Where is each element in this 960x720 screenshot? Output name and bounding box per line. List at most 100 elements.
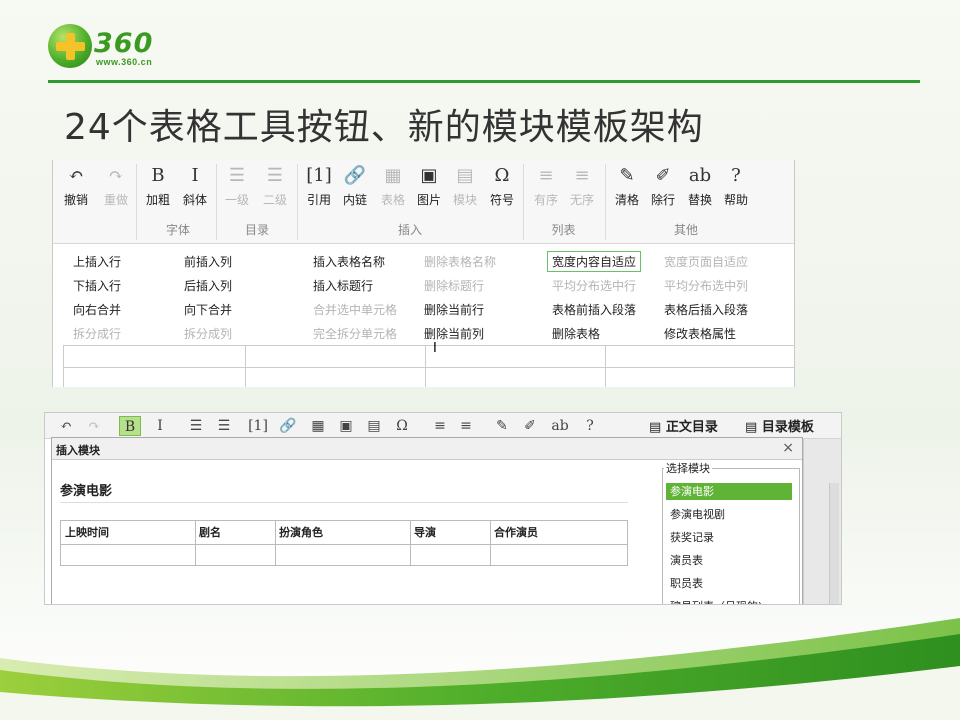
heading1-button[interactable]: ☰ 一级 (221, 164, 253, 208)
table-menu-item[interactable]: 插入表格名称 (313, 253, 385, 270)
table-menu-item[interactable]: 修改表格属性 (664, 325, 736, 342)
remove-row-button[interactable]: ✐ 除行 (647, 164, 679, 208)
toolbar-button-label: 二级 (262, 193, 287, 207)
table-menu-item[interactable]: 拆分成列 (184, 325, 232, 342)
module-picker-label: 选择模块 (664, 460, 712, 476)
table-menu-item[interactable]: 表格前插入段落 (552, 301, 636, 318)
redo-icon: ↷ (108, 165, 124, 186)
dialog-title: 插入模块 (56, 444, 100, 457)
compact-toolbar: ↶ ↷ B I ☰ ☰ [1] 🔗 ▦ ▣ ▤ Ω ≡ ≡ ✎ ✐ ab? (45, 413, 841, 439)
table-menu-item[interactable]: 上插入行 (73, 253, 121, 270)
template-item[interactable]: 参演电视剧 (666, 506, 792, 523)
table-icon[interactable]: ▦ (307, 416, 329, 436)
module-icon[interactable]: ▤ (363, 416, 385, 436)
table-menu-item[interactable]: 插入标题行 (313, 277, 373, 294)
image-button[interactable]: ▣ 图片 (413, 164, 445, 208)
link-button[interactable]: 🔗 内链 (339, 164, 371, 208)
undo-icon[interactable]: ↶ (55, 416, 77, 436)
clear-format-button[interactable]: ✎ 清格 (611, 164, 643, 208)
table-gridline (63, 367, 794, 368)
symbol-button[interactable]: Ω 符号 (486, 164, 518, 208)
table-tools-menu: 上插入行 前插入列 插入表格名称 删除表格名称 宽度内容自适应 宽度页面自适应下插入行 后插… (53, 245, 794, 345)
table-button[interactable]: ▦ 表格 (377, 164, 409, 208)
help-icon[interactable]: ? (579, 416, 601, 436)
table-menu-item[interactable]: 删除表格名称 (424, 253, 496, 270)
logo-plus-bar (56, 42, 85, 51)
quote-icon[interactable]: [1] (247, 416, 269, 436)
heading1-icon[interactable]: ☰ (185, 416, 207, 436)
template-item[interactable]: 演员表 (666, 552, 792, 569)
remove-row-icon[interactable]: ✐ (519, 416, 541, 436)
ordered-list-button[interactable]: ≡ 有序 (530, 164, 562, 208)
symbol-icon[interactable]: Ω (391, 416, 413, 436)
ordered-list-icon[interactable]: ≡ (429, 416, 451, 436)
toolbar-separator (216, 164, 217, 240)
undo-button[interactable]: ↶ 撤销 (60, 164, 92, 208)
table-menu-item[interactable]: 平均分布选中列 (664, 277, 748, 294)
module-icon: ▤ (456, 165, 474, 186)
table-menu-item[interactable]: 拆分成行 (73, 325, 121, 342)
table-menu-item[interactable]: 下插入行 (73, 277, 121, 294)
template-item[interactable]: 参演电影 (666, 483, 792, 500)
heading2-icon[interactable]: ☰ (213, 416, 235, 436)
unordered-list-button[interactable]: ≡ 无序 (566, 164, 598, 208)
link-icon[interactable]: 🔗 (277, 416, 299, 436)
toolbar-button-label: 斜体 (182, 193, 207, 207)
column-header: 导演 (414, 526, 436, 539)
table-menu-item[interactable]: 完全拆分单元格 (313, 325, 397, 342)
toolbar-separator (523, 164, 524, 240)
table-menu-item[interactable]: 前插入列 (184, 253, 232, 270)
module-button[interactable]: ▤ 模块 (449, 164, 481, 208)
italic-button[interactable]: I 斜体 (179, 164, 211, 208)
tab-toc[interactable]: ▤ 正文目录 (649, 416, 718, 435)
table-menu-item[interactable]: 删除当前行 (424, 301, 484, 318)
quote-button[interactable]: [1] 引用 (303, 164, 335, 208)
image-icon[interactable]: ▣ (335, 416, 357, 436)
table-gridline (61, 544, 627, 545)
toolbar-button-label: 一级 (224, 193, 249, 207)
redo-button[interactable]: ↷ 重做 (100, 164, 132, 208)
heading2-button[interactable]: ☰ 二级 (259, 164, 291, 208)
clear-format-icon[interactable]: ✎ (491, 416, 513, 436)
help-button[interactable]: ? 帮助 (720, 164, 752, 208)
decorative-wave (0, 618, 960, 720)
toolbar-button-label: 除行 (650, 193, 675, 207)
toolbar-button-label: 有序 (533, 193, 558, 207)
bold-icon[interactable]: B (119, 416, 141, 436)
redo-icon[interactable]: ↷ (83, 416, 105, 436)
table-menu-item[interactable]: 后插入列 (184, 277, 232, 294)
italic-icon: I (191, 165, 199, 186)
unordered-list-icon[interactable]: ≡ (455, 416, 477, 436)
table-menu-item[interactable]: 向右合并 (73, 301, 121, 318)
help-icon: ? (731, 165, 741, 186)
table-menu-item[interactable]: 删除表格 (552, 325, 600, 342)
logo-url: www.360.cn (96, 57, 153, 67)
table-menu-item[interactable]: 表格后插入段落 (664, 301, 748, 318)
scrollbar[interactable] (829, 483, 839, 604)
table-menu-item[interactable]: 向下合并 (184, 301, 232, 318)
link-icon: 🔗 (343, 165, 367, 186)
tab-toc-template-label: 目录模板 (761, 420, 814, 435)
table-menu-item[interactable]: 宽度页面自适应 (664, 253, 748, 270)
table-menu-item[interactable]: 宽度内容自适应 (547, 251, 642, 272)
close-icon[interactable]: × (782, 440, 794, 456)
italic-icon[interactable]: I (149, 416, 171, 436)
bold-button[interactable]: B 加粗 (142, 164, 174, 208)
replace-icon[interactable]: ab (549, 416, 571, 436)
editor-screenshot: ↶ 撤销 ↷ 重做 B 加粗 I 斜体 ☰ 一级 ☰ 二级 [1] 引用 🔗 内链 ▦ 表格 ▣ 图片 ▤ 模块 Ω 符号 ≡ 有… (52, 160, 795, 387)
table-gridline (195, 521, 196, 565)
column-header: 剧名 (199, 526, 221, 539)
tab-toc-template[interactable]: ▤ 目录模板 (745, 416, 814, 435)
toolbar-button-label: 帮助 (723, 193, 748, 207)
slide-title: 24个表格工具按钮、新的模块模板架构 (64, 107, 704, 148)
table-menu-item[interactable]: 删除标题行 (424, 277, 484, 294)
template-item[interactable]: 职员表 (666, 575, 792, 592)
table-menu-item[interactable]: 合并选中单元格 (313, 301, 397, 318)
template-item[interactable]: 获奖记录 (666, 529, 792, 546)
table-menu-item[interactable]: 删除当前列 (424, 325, 484, 342)
toolbar-button-label: 引用 (306, 193, 331, 207)
table-gridline (410, 521, 411, 565)
toolbar-button-label: 替换 (687, 193, 712, 207)
table-menu-item[interactable]: 平均分布选中行 (552, 277, 636, 294)
replace-button[interactable]: ab 替换 (684, 164, 716, 208)
